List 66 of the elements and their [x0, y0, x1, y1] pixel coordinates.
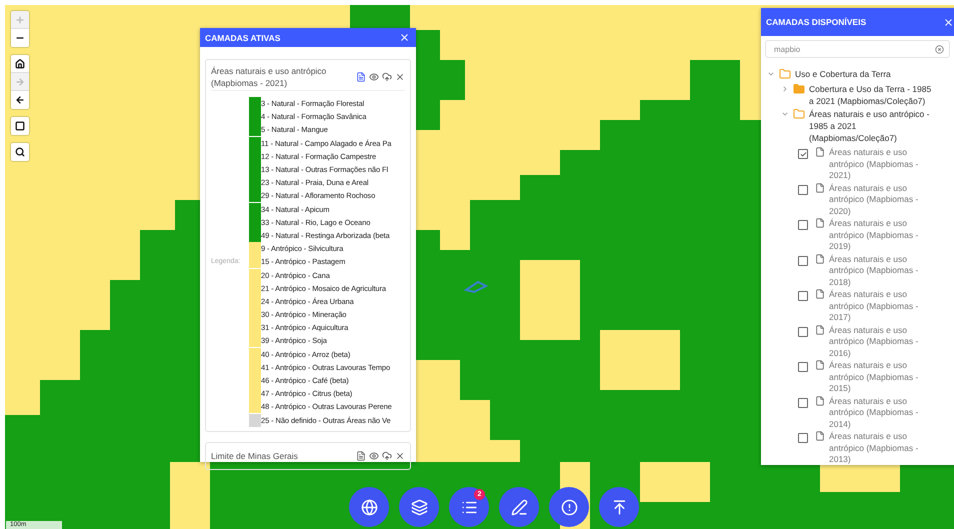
alert-icon — [560, 498, 578, 516]
plus-icon — [15, 14, 25, 24]
clear-icon[interactable] — [935, 45, 944, 54]
back-button[interactable] — [11, 91, 29, 109]
search-icon — [15, 147, 25, 157]
layer-label[interactable]: Áreas naturais e uso antrópico (Mapbiomas - 2015) — [829, 360, 929, 394]
panel-title: CAMADAS DISPONÍVEIS — [766, 17, 866, 27]
layer-label[interactable]: Áreas naturais e uso antrópico (Mapbiomas - 2018) — [829, 254, 929, 288]
eye-button[interactable] — [369, 72, 379, 82]
home-icon — [15, 58, 25, 68]
file-icon — [815, 396, 825, 406]
chevron-right-icon[interactable] — [781, 85, 789, 93]
legend-button[interactable] — [356, 450, 366, 461]
layer-name: Áreas naturais e uso antrópico (Mapbiomas - 2021) — [211, 65, 328, 89]
layers-icon — [410, 498, 428, 516]
frame-button[interactable] — [11, 117, 29, 135]
eye-button[interactable] — [369, 450, 379, 461]
cloud-upload-button[interactable] — [382, 450, 392, 461]
layer-label[interactable]: Áreas naturais e uso antrópico (Mapbiomas - 2016) — [829, 324, 929, 359]
search-button[interactable] — [11, 143, 29, 161]
layer-label[interactable]: Áreas naturais e uso antrópico (Mapbiomas - 2017) — [829, 289, 929, 324]
globe-icon — [360, 498, 378, 516]
chevron-down-icon[interactable] — [781, 110, 789, 118]
checkbox[interactable] — [798, 149, 808, 159]
cloud-upload-button[interactable] — [382, 72, 392, 82]
checkbox[interactable] — [798, 184, 808, 194]
panel-title: CAMADAS ATIVAS — [205, 32, 280, 42]
arrow-icon — [15, 95, 25, 105]
folder-label[interactable]: Cobertura e Uso da Terra - 1985 a 2021 (Mapbiomas/Coleção7) — [809, 83, 933, 107]
checkbox[interactable] — [798, 291, 808, 301]
search-field[interactable]: mapbio — [765, 40, 950, 58]
folder-label[interactable]: Áreas naturais e uso antrópico - 1985 a 2021 (Mapbiomas/Coleção7) — [809, 108, 933, 144]
layer-label[interactable]: Áreas naturais e uso antrópico (Mapbiomas - 2019) — [829, 218, 929, 252]
file-icon — [815, 218, 825, 228]
chevron-down-icon[interactable] — [767, 70, 775, 78]
file-icon — [815, 289, 825, 299]
close-button[interactable] — [943, 16, 954, 28]
folder-icon — [793, 83, 805, 95]
file-icon — [815, 360, 825, 370]
close-button[interactable] — [399, 32, 410, 43]
folder-icon — [793, 108, 805, 120]
checkbox[interactable] — [798, 362, 808, 372]
zoom-out-button[interactable] — [11, 29, 29, 47]
file-icon — [815, 147, 825, 157]
checkbox[interactable] — [798, 398, 808, 408]
file-icon — [815, 431, 825, 441]
folder-label[interactable]: Uso e Cobertura da Terra — [795, 68, 945, 80]
remove-button[interactable] — [395, 72, 405, 82]
checkbox[interactable] — [798, 220, 808, 230]
checkbox[interactable] — [798, 256, 808, 266]
square-icon — [15, 121, 25, 131]
folder-icon — [779, 68, 791, 80]
remove-button[interactable] — [395, 450, 405, 461]
home-button[interactable] — [11, 55, 29, 73]
file-icon — [815, 324, 825, 334]
legend-button[interactable] — [356, 72, 366, 82]
checkbox[interactable] — [798, 433, 808, 443]
layer-label[interactable]: Áreas naturais e uso antrópico (Mapbiomas - 2021) — [829, 147, 929, 182]
file-icon — [815, 182, 825, 192]
layer-label[interactable]: Áreas naturais e uso antrópico (Mapbiomas - 2013) — [829, 431, 929, 465]
arrow-icon — [15, 76, 25, 86]
layer-label[interactable]: Áreas naturais e uso antrópico (Mapbiomas - 2020) — [829, 182, 929, 217]
file-icon — [815, 254, 825, 264]
checkbox[interactable] — [798, 326, 808, 336]
layer-label[interactable]: Áreas naturais e uso antrópico (Mapbiomas - 2014) — [829, 396, 929, 430]
layer-name: Limite de Minas Gerais — [211, 450, 299, 462]
